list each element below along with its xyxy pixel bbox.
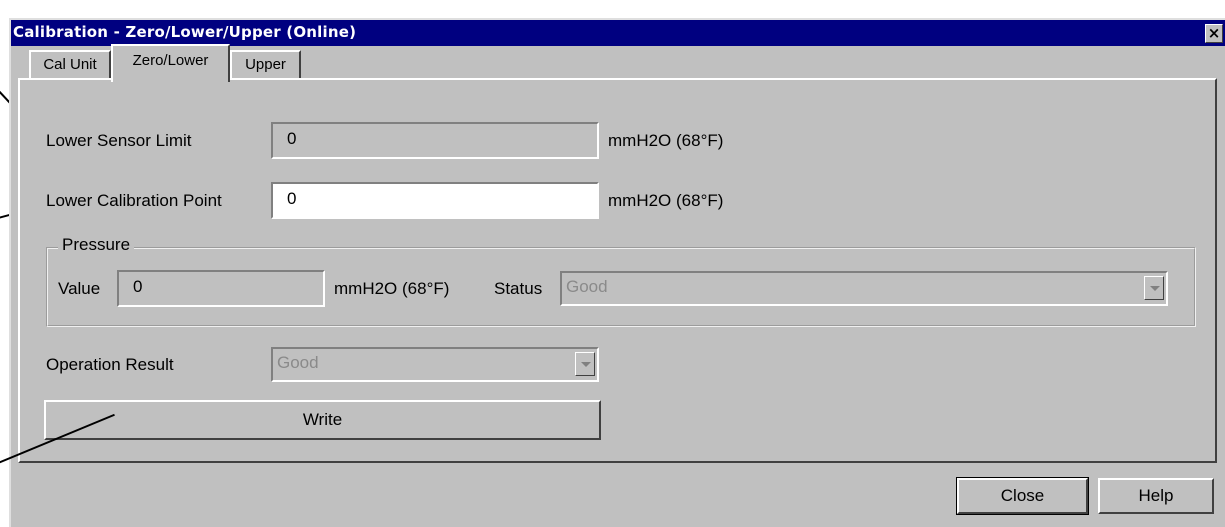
pressure-status-dropdown: Good (560, 271, 1168, 306)
lower-sensor-limit-field: 0 (271, 122, 599, 159)
tab-label: Zero/Lower (132, 52, 209, 69)
tab-cal-unit[interactable]: Cal Unit (29, 50, 111, 78)
help-button[interactable]: Help (1098, 478, 1214, 514)
close-icon[interactable]: × (1205, 24, 1223, 43)
tab-upper[interactable]: Upper (230, 50, 301, 78)
title-bar: Calibration - Zero/Lower/Upper (Online) … (11, 20, 1225, 46)
write-button[interactable]: Write (44, 400, 601, 440)
window-title: Calibration - Zero/Lower/Upper (Online) (13, 23, 357, 41)
operation-result-value: Good (277, 353, 319, 372)
lower-calibration-point-input[interactable]: 0 (271, 182, 599, 219)
tab-zero-lower[interactable]: Zero/Lower (111, 44, 230, 82)
tab-label: Upper (245, 56, 286, 73)
pressure-status-value: Good (566, 277, 608, 296)
pressure-value-field: 0 (117, 270, 325, 307)
operation-result-dropdown: Good (271, 347, 599, 382)
chevron-down-icon (1144, 276, 1164, 300)
close-button[interactable]: Close (956, 477, 1089, 515)
chevron-down-icon (575, 352, 595, 376)
tab-label: Cal Unit (43, 56, 97, 73)
